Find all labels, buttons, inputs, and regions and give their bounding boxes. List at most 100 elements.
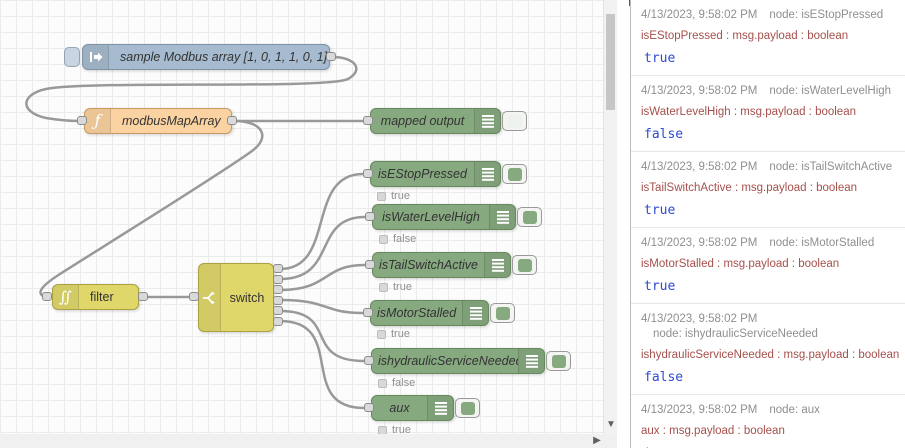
port-in[interactable] — [77, 116, 87, 125]
debug-message: 4/13/2023, 9:58:02 PM node: isWaterLevelH… — [631, 76, 905, 152]
node-debug-isWaterLevelHigh[interactable]: isWaterLevelHigh — [372, 204, 542, 230]
debug-toggle-button[interactable] — [512, 255, 537, 275]
wire[interactable] — [278, 309, 366, 363]
node-debug-ishydraulicServiceNeeded[interactable]: ishydraulicServiceNeeded — [371, 348, 571, 374]
flow-canvas[interactable]: sample Modbus array [1, 0, 1, 1, 0, 1] ƒ… — [0, 0, 603, 434]
function-icon: ƒ — [85, 109, 111, 133]
node-status: true — [378, 424, 411, 434]
sidebar-resizer[interactable] — [617, 0, 630, 448]
node-inject[interactable]: sample Modbus array [1, 0, 1, 1, 0, 1] — [64, 44, 330, 70]
debug-toggle-state — [495, 306, 510, 320]
wire[interactable] — [278, 215, 367, 281]
inject-button[interactable] — [64, 47, 80, 67]
port-out-6[interactable] — [273, 317, 283, 326]
debug-value: true — [644, 203, 676, 218]
debug-list-icon — [474, 109, 500, 133]
node-red-editor: sample Modbus array [1, 0, 1, 1, 0, 1] ƒ… — [0, 0, 905, 448]
node-switch[interactable]: switch — [198, 263, 274, 332]
debug-list-icon — [484, 253, 510, 277]
debug-toggle-button[interactable] — [490, 303, 515, 323]
debug-node-name: node: isWaterLevelHigh — [769, 85, 892, 97]
port-in[interactable] — [189, 292, 199, 301]
debug-list-icon — [518, 349, 544, 373]
node-label: isEStopPressed — [378, 167, 467, 181]
port-out-1[interactable] — [273, 264, 283, 273]
scroll-down-arrow-icon[interactable]: ▼ — [604, 418, 618, 432]
inject-arrow-icon — [83, 45, 109, 69]
status-dot — [379, 282, 388, 292]
node-label: mapped output — [380, 114, 465, 128]
port-in[interactable] — [365, 212, 375, 221]
debug-toggle-button[interactable] — [517, 207, 542, 227]
debug-toggle-button[interactable] — [502, 164, 527, 184]
debug-list-icon — [489, 205, 515, 229]
scroll-right-arrow-icon[interactable]: ▶ — [590, 434, 604, 448]
debug-value: true — [644, 51, 676, 66]
debug-sidebar[interactable]: 4/13/2023, 9:58:02 PM node: isEStopPresse… — [630, 0, 905, 448]
node-label: switch — [229, 290, 265, 305]
node-debug-isTailSwitchActive[interactable]: isTailSwitchActive — [372, 252, 537, 278]
port-out[interactable] — [227, 116, 237, 125]
debug-message: 4/13/2023, 9:58:02 PM node: ishydraulicSe… — [631, 304, 905, 395]
node-function[interactable]: ƒ modbusMapArray — [84, 108, 232, 134]
port-out[interactable] — [138, 292, 148, 301]
node-status: false — [378, 377, 415, 389]
port-in[interactable] — [365, 260, 375, 269]
debug-property: isTailSwitchActive : msg.payload : boole… — [641, 182, 858, 194]
debug-toggle-state — [551, 354, 566, 368]
node-status: false — [379, 233, 416, 245]
debug-node-name: node: aux — [769, 404, 820, 416]
debug-timestamp: 4/13/2023, 9:58:02 PM — [641, 313, 758, 325]
port-out[interactable] — [326, 52, 336, 61]
horizontal-scrollbar[interactable]: ▶ — [0, 434, 617, 448]
debug-message: 4/13/2023, 9:58:02 PM node: isTailSwitchA… — [631, 152, 905, 228]
port-in[interactable] — [364, 403, 374, 412]
debug-timestamp: 4/13/2023, 9:58:02 PM — [641, 237, 758, 249]
debug-timestamp: 4/13/2023, 9:58:02 PM — [641, 404, 758, 416]
port-in[interactable] — [363, 308, 373, 317]
vertical-scrollbar-thumb[interactable] — [606, 14, 615, 110]
port-in[interactable] — [42, 292, 52, 301]
port-out-4[interactable] — [273, 296, 283, 305]
status-dot — [378, 378, 387, 388]
debug-message: 4/13/2023, 9:58:02 PM node: isEStopPresse… — [631, 0, 905, 76]
port-out-3[interactable] — [273, 285, 283, 294]
debug-toggle-button[interactable] — [455, 398, 480, 418]
node-debug-isMotorStalled[interactable]: isMotorStalled — [370, 300, 515, 326]
debug-message-meta: 4/13/2023, 9:58:02 PM node: isWaterLevelH… — [641, 84, 901, 99]
status-dot — [378, 425, 387, 434]
debug-toggle-state — [507, 114, 522, 128]
debug-list-icon — [427, 396, 453, 420]
debug-property: aux : msg.payload : boolean — [641, 425, 785, 437]
vertical-scrollbar[interactable]: ▼ — [603, 0, 617, 434]
node-debug-aux[interactable]: aux — [371, 395, 480, 421]
switch-fork-icon — [199, 264, 221, 331]
status-dot — [379, 234, 388, 244]
port-out-2[interactable] — [273, 275, 283, 284]
debug-value: false — [644, 127, 684, 142]
node-debug-isEStopPressed[interactable]: isEStopPressed — [370, 161, 527, 187]
debug-toggle-button[interactable] — [502, 111, 527, 131]
debug-toggle-state — [507, 167, 522, 181]
debug-value: false — [644, 370, 684, 385]
debug-message: 4/13/2023, 9:58:02 PM node: isMotorStalle… — [631, 228, 905, 304]
port-in[interactable] — [363, 116, 373, 125]
debug-property: isWaterLevelHigh : msg.payload : boolean — [641, 106, 856, 118]
debug-property: isMotorStalled : msg.payload : boolean — [641, 258, 840, 270]
debug-node-name: node: isTailSwitchActive — [769, 161, 893, 173]
port-in[interactable] — [363, 169, 373, 178]
port-in[interactable] — [364, 356, 374, 365]
node-label: ishydraulicServiceNeeded — [378, 354, 518, 368]
debug-message-meta: 4/13/2023, 9:58:02 PM node: isTailSwitchA… — [641, 160, 901, 175]
debug-message: 4/13/2023, 9:58:02 PM node: aux aux : msg… — [631, 395, 905, 448]
node-status: true — [379, 281, 412, 293]
debug-toggle-button[interactable] — [546, 351, 571, 371]
debug-toggle-state — [522, 210, 537, 224]
debug-list-icon — [474, 162, 500, 186]
port-out-5[interactable] — [273, 306, 283, 315]
wire[interactable] — [278, 319, 366, 410]
debug-timestamp: 4/13/2023, 9:58:02 PM — [641, 9, 758, 21]
node-debug-mapped-output[interactable]: mapped output — [370, 108, 527, 134]
node-label: aux — [389, 401, 410, 415]
node-filter[interactable]: ∬ filter — [52, 284, 139, 310]
